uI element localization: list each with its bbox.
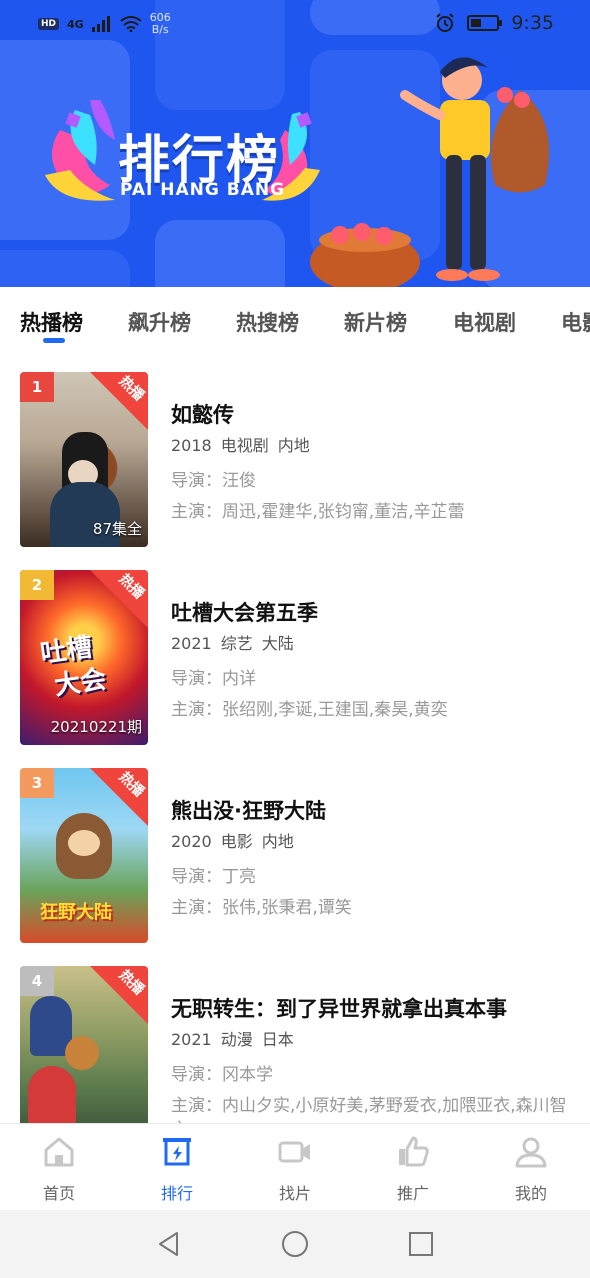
nav-ranking[interactable]: 排行 (132, 1134, 222, 1204)
item-meta: 2021 动漫 日本 (171, 1026, 303, 1050)
item-category: 电影 (220, 832, 253, 851)
item-director: 导演：内详 (171, 669, 256, 689)
nav-find[interactable]: 找片 (250, 1134, 340, 1204)
tab-new-release[interactable]: 新片榜 (344, 307, 407, 337)
item-cast: 主演：内山夕实,小原好美,茅野爱衣,加隈亚衣,森川智之 (171, 1096, 567, 1123)
banner-subtitle: PAI HANG BANG (120, 180, 286, 200)
nav-label: 首页 (42, 1184, 75, 1203)
item-director: 导演：汪俊 (171, 471, 256, 491)
item-year: 2020 (171, 832, 212, 851)
tab-hot-play[interactable]: 热播榜 (20, 307, 83, 337)
item-title[interactable]: 熊出没·狂野大陆 (171, 795, 326, 825)
item-category: 综艺 (220, 634, 253, 653)
nav-promote[interactable]: 推广 (368, 1134, 458, 1204)
item-region: 内地 (277, 436, 310, 455)
rank-badge: 3 (20, 768, 54, 798)
recent-apps-icon[interactable] (407, 1230, 435, 1258)
item-title[interactable]: 吐槽大会第五季 (171, 597, 318, 627)
item-title[interactable]: 无职转生：到了异世界就拿出真本事 (171, 993, 507, 1023)
item-meta: 2018 电视剧 内地 (171, 432, 319, 456)
nav-label: 推广 (396, 1184, 429, 1203)
home-icon (44, 1137, 74, 1167)
nav-label: 找片 (278, 1184, 311, 1203)
video-camera-icon (278, 1141, 310, 1163)
nav-me[interactable]: 我的 (486, 1134, 576, 1204)
item-title[interactable]: 如懿传 (171, 399, 234, 429)
tab-rising[interactable]: 飙升榜 (128, 307, 191, 337)
item-year: 2021 (171, 634, 212, 653)
list-item[interactable]: 4 热播 无职转生：到了异世界就拿出真本事 2021 动漫 日本 导演：冈本学 主演… (0, 947, 590, 1123)
item-category: 动漫 (220, 1030, 253, 1049)
nav-label: 我的 (514, 1184, 547, 1203)
back-icon[interactable] (155, 1230, 183, 1258)
rank-badge: 1 (20, 372, 54, 402)
episode-count: 87集全 (92, 520, 142, 538)
rank-badge: 4 (20, 966, 54, 996)
list-item[interactable]: 1 热播 87集全 如懿传 2018 电视剧 内地 导演：汪俊 主演：周迅,霍建华,… (0, 353, 590, 551)
bottom-navigation: 首页 排行 找片 推广 我的 (0, 1123, 590, 1210)
item-region: 内地 (261, 832, 294, 851)
system-navigation-bar (0, 1210, 590, 1278)
splash-decoration (45, 57, 550, 287)
item-year: 2018 (171, 436, 212, 455)
item-region: 日本 (261, 1030, 294, 1049)
ranking-icon (163, 1138, 191, 1166)
banner: HD 4G 606 B/s 9:35 排行榜 PAI HANG BANG (0, 0, 590, 287)
tab-movie[interactable]: 电影 (561, 307, 590, 337)
item-director: 导演：丁亮 (171, 867, 256, 887)
rank-badge: 2 (20, 570, 54, 600)
item-cast: 主演：张伟,张秉君,谭笑 (171, 898, 352, 918)
tab-tv-series[interactable]: 电视剧 (453, 307, 516, 337)
list-item[interactable]: 狂野大陆 3 热播 熊出没·狂野大陆 2020 电影 内地 导演：丁亮 主演：张伟,… (0, 749, 590, 947)
item-category: 电视剧 (220, 436, 269, 455)
poster-image[interactable]: 狂野大陆 3 热播 (20, 768, 148, 943)
item-meta: 2020 电影 内地 (171, 828, 303, 852)
item-director: 导演：冈本学 (171, 1065, 273, 1085)
active-tab-indicator (43, 338, 65, 343)
nav-label: 排行 (160, 1184, 193, 1203)
ranking-page: HD 4G 606 B/s 9:35 排行榜 PAI HANG BANG 热播榜… (0, 0, 590, 1278)
item-year: 2021 (171, 1030, 212, 1049)
thumbs-up-icon (399, 1136, 429, 1167)
user-icon (515, 1137, 547, 1168)
tab-hot-search[interactable]: 热搜榜 (236, 307, 299, 337)
item-meta: 2021 综艺 大陆 (171, 630, 303, 654)
nav-home[interactable]: 首页 (14, 1134, 104, 1204)
home-circle-icon[interactable] (281, 1230, 309, 1258)
item-cast: 主演：周迅,霍建华,张钧甯,董洁,辛芷蕾 (171, 502, 465, 522)
episode-count: 20210221期 (50, 718, 142, 736)
category-tabs: 热播榜 飙升榜 热搜榜 新片榜 电视剧 电影 (0, 287, 590, 353)
ranking-list: 1 热播 87集全 如懿传 2018 电视剧 内地 导演：汪俊 主演：周迅,霍建华,… (0, 353, 590, 1123)
poster-image[interactable]: 吐槽 大会 2 热播 20210221期 (20, 570, 148, 745)
poster-image[interactable]: 4 热播 (20, 966, 148, 1123)
item-cast: 主演：张绍刚,李诞,王建国,秦昊,黄奕 (171, 700, 448, 720)
list-item[interactable]: 吐槽 大会 2 热播 20210221期 吐槽大会第五季 2021 综艺 大陆 导演… (0, 551, 590, 749)
poster-image[interactable]: 1 热播 87集全 (20, 372, 148, 547)
item-region: 大陆 (261, 634, 294, 653)
